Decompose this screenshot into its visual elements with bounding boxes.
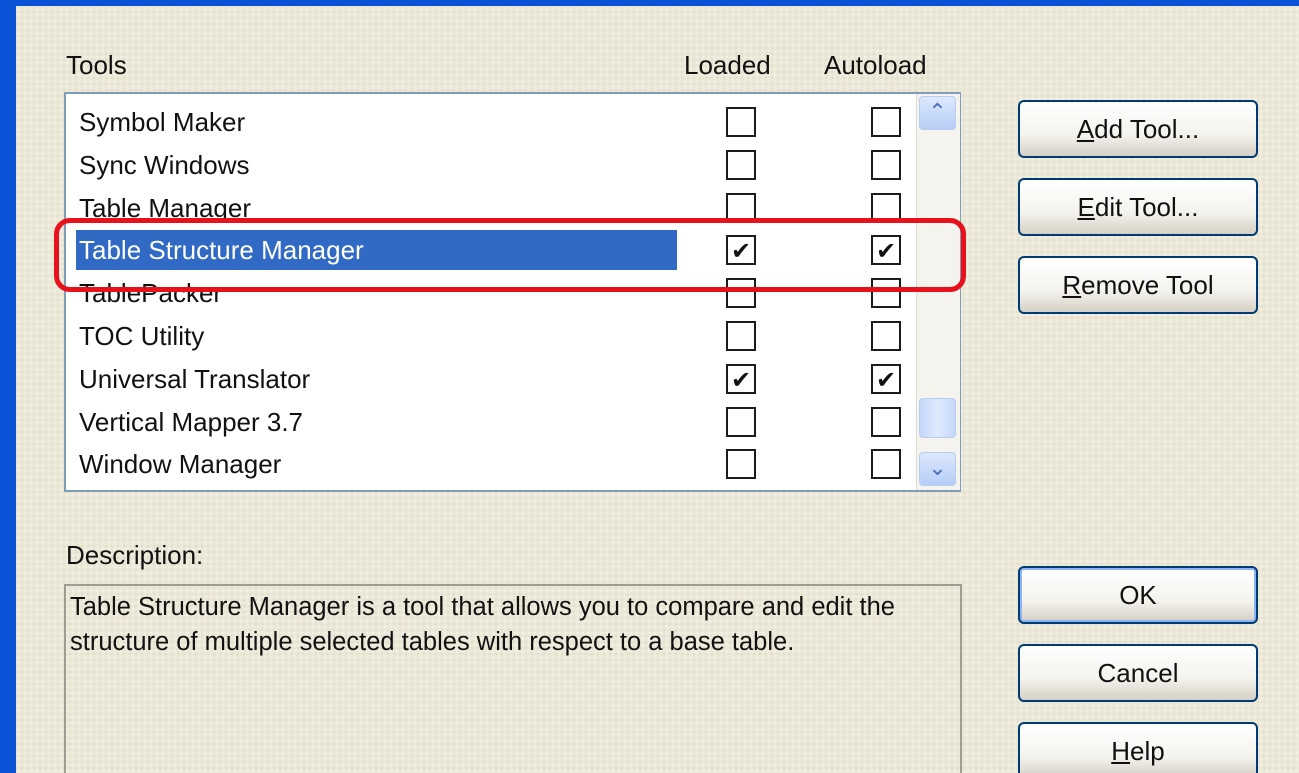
tool-name: Table Structure Manager <box>76 230 677 271</box>
loaded-checkbox[interactable] <box>726 192 756 223</box>
tools-column-header: Tools <box>66 50 127 80</box>
tool-row[interactable]: TOC Utility <box>66 316 966 358</box>
loaded-checkbox[interactable] <box>726 321 756 351</box>
list-scrollbar[interactable]: ⌃ ⌄ <box>916 94 960 490</box>
tool-row[interactable]: Vertical Mapper 3.7 <box>66 402 966 444</box>
tool-row[interactable]: Universal Translator ✔ ✔ <box>66 359 966 401</box>
tool-manager-dialog: Tools Loaded Autoload Window Manager Vert… <box>16 6 1299 773</box>
cancel-button[interactable]: Cancel <box>1018 644 1258 702</box>
autoload-checkbox[interactable] <box>871 278 901 309</box>
checkmark-icon: ✔ <box>731 365 752 394</box>
tool-row[interactable]: Window Manager <box>66 444 966 486</box>
loaded-checkbox[interactable] <box>726 149 756 180</box>
tool-name: Table Manager <box>79 192 251 223</box>
tool-name: TablePacker <box>79 278 223 309</box>
edit-tool-button[interactable]: Edit Tool... <box>1018 178 1258 236</box>
tool-name: TOC Utility <box>79 321 205 351</box>
tool-row[interactable]: TablePacker <box>66 273 966 315</box>
autoload-checkbox[interactable] <box>871 107 901 137</box>
tool-name: Window Manager <box>79 449 282 480</box>
loaded-column-header: Loaded <box>684 50 771 80</box>
remove-tool-button[interactable]: Remove Tool <box>1018 256 1258 314</box>
tool-name: Universal Translator <box>79 363 311 394</box>
scrollbar-thumb[interactable] <box>919 398 956 438</box>
tool-name: Sync Windows <box>79 149 250 180</box>
add-tool-button[interactable]: Add Tool... <box>1018 100 1258 158</box>
tool-row[interactable]: Sync Windows <box>66 145 966 187</box>
checkmark-icon: ✔ <box>876 237 897 266</box>
tool-name: Symbol Maker <box>79 107 246 137</box>
autoload-column-header: Autoload <box>824 50 927 80</box>
tool-row[interactable]: Symbol Maker <box>66 102 966 144</box>
loaded-checkbox[interactable]: ✔ <box>726 363 756 394</box>
autoload-checkbox[interactable]: ✔ <box>871 363 901 394</box>
help-button[interactable]: Help <box>1018 722 1258 773</box>
loaded-checkbox[interactable] <box>726 406 756 437</box>
tool-row[interactable]: Table Manager <box>66 188 966 230</box>
loaded-checkbox[interactable] <box>726 107 756 137</box>
autoload-checkbox[interactable] <box>871 449 901 480</box>
autoload-checkbox[interactable]: ✔ <box>871 235 901 266</box>
autoload-checkbox[interactable] <box>871 192 901 223</box>
chevron-down-icon[interactable]: ⌄ <box>919 452 956 486</box>
loaded-checkbox[interactable]: ✔ <box>726 235 756 266</box>
ok-button[interactable]: OK <box>1018 566 1258 624</box>
tools-list[interactable]: Window Manager Vertical Mapper 3.7 Univers… <box>64 92 961 492</box>
description-label: Description: <box>66 540 204 570</box>
checkmark-icon: ✔ <box>876 365 897 394</box>
checkmark-icon: ✔ <box>731 237 752 266</box>
autoload-checkbox[interactable] <box>871 149 901 180</box>
tool-row[interactable]: Table Structure Manager ✔ ✔ <box>66 230 966 272</box>
autoload-checkbox[interactable] <box>871 406 901 437</box>
tool-name: Vertical Mapper 3.7 <box>79 406 304 437</box>
description-box: Table Structure Manager is a tool that a… <box>64 584 962 773</box>
autoload-checkbox[interactable] <box>871 321 901 351</box>
loaded-checkbox[interactable] <box>726 449 756 480</box>
loaded-checkbox[interactable] <box>726 278 756 309</box>
chevron-up-icon[interactable]: ⌃ <box>919 96 956 130</box>
